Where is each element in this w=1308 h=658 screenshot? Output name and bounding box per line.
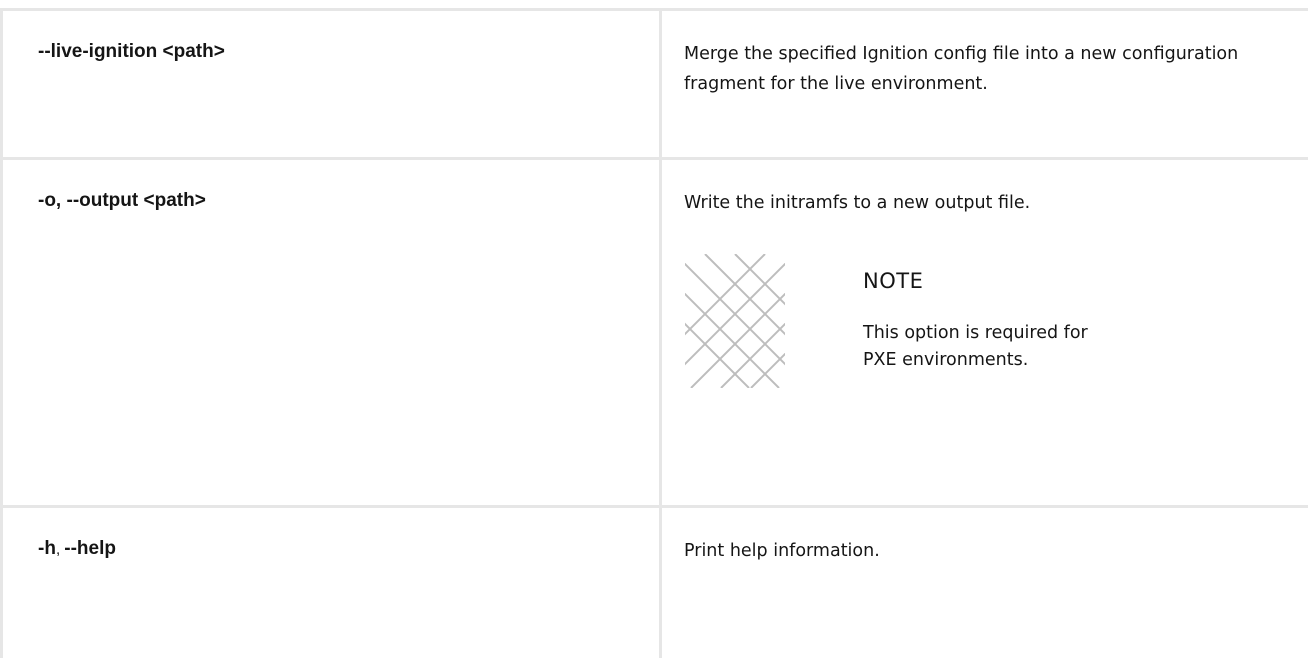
option-name: --live-ignition <path> [38, 41, 225, 63]
note-admonition: NOTE This option is required for PXE env… [684, 254, 1308, 394]
description-cell: Print help information. [661, 507, 1308, 658]
option-cell: -h, --help [2, 507, 661, 658]
option-name: -h, --help [38, 538, 116, 561]
option-name: -o, --output <path> [38, 190, 206, 212]
option-cell: -o, --output <path> [2, 159, 661, 507]
note-text: This option is required for PXE environm… [863, 320, 1123, 374]
table-row: -o, --output <path> Write the initramfs … [2, 159, 1308, 507]
option-description: Merge the specified Ignition config file… [684, 39, 1284, 99]
description-cell: Merge the specified Ignition config file… [661, 10, 1308, 159]
options-table: --live-ignition <path> Merge the specifi… [0, 8, 1308, 658]
option-description: Print help information. [684, 536, 1284, 566]
option-short-flag: -h [38, 538, 56, 559]
description-cell: Write the initramfs to a new output file… [661, 159, 1308, 507]
option-description: Write the initramfs to a new output file… [684, 188, 1284, 218]
option-long-flag: --help [64, 538, 116, 559]
option-cell: --live-ignition <path> [2, 10, 661, 159]
note-pattern-icon [685, 254, 785, 388]
table-row: -h, --help Print help information. [2, 507, 1308, 658]
table-row: --live-ignition <path> Merge the specifi… [2, 10, 1308, 159]
note-title: NOTE [863, 269, 923, 293]
